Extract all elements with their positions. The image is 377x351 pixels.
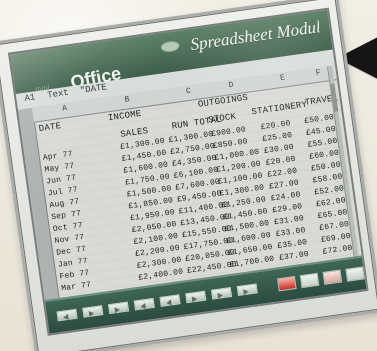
stationery-cell[interactable]: £31.00 <box>274 214 305 227</box>
sales-header: SALES <box>119 125 149 140</box>
date-cell[interactable]: Dec 77 <box>56 245 87 258</box>
travel-cell[interactable]: £55.00 <box>307 137 338 150</box>
previous-button[interactable] <box>133 297 155 311</box>
cell-reference: A1 <box>23 92 36 104</box>
travel-cell[interactable]: £45.00 <box>305 125 336 138</box>
stationery-cell[interactable]: £25.00 <box>262 131 293 144</box>
date-cell[interactable]: Feb 77 <box>59 269 90 282</box>
next-button[interactable] <box>210 286 233 300</box>
stationery-cell[interactable]: £22.00 <box>267 167 298 180</box>
travel-cell[interactable]: £52.00 <box>314 184 345 197</box>
monitor-frame: mini Office Spreadsheet Module A1 Text "… <box>0 0 377 351</box>
stationery-cell[interactable]: £27.00 <box>269 179 300 192</box>
stationery-cell[interactable]: £29.00 <box>272 202 303 215</box>
date-cell[interactable]: May 77 <box>44 162 75 175</box>
monitor-wrapper: mini Office Spreadsheet Module A1 Text "… <box>0 0 377 351</box>
tool-button[interactable] <box>345 266 365 282</box>
column-label-c: C <box>185 86 192 97</box>
last-button[interactable] <box>236 283 258 297</box>
travel-cell[interactable]: £65.00 <box>317 208 348 221</box>
next-button[interactable] <box>185 290 207 304</box>
first-button[interactable] <box>56 308 78 322</box>
stationery-cell[interactable]: £35.00 <box>277 238 308 251</box>
tool-button[interactable] <box>276 275 297 292</box>
module-title: Spreadsheet Module <box>189 18 321 55</box>
date-cell[interactable]: Jun 77 <box>46 173 77 186</box>
date-cell[interactable]: Jan 77 <box>57 257 88 270</box>
tool-button[interactable] <box>299 272 320 289</box>
column-label-e: E <box>279 73 286 84</box>
entry-value[interactable]: "DATE <box>79 82 107 96</box>
stock-header: STOCK <box>207 111 237 126</box>
stationery-cell[interactable]: £37.00 <box>279 250 310 263</box>
swoosh-icon <box>160 39 181 54</box>
date-cell[interactable]: Jul 77 <box>47 185 78 198</box>
next-button[interactable] <box>107 301 130 315</box>
page: mini Office Spreadsheet Module A1 Text "… <box>0 0 377 351</box>
column-label-d: D <box>228 80 235 91</box>
travel-cell[interactable]: £62.00 <box>315 196 346 209</box>
screen-display: mini Office Spreadsheet Module A1 Text "… <box>7 7 369 336</box>
date-cell[interactable]: Aug 77 <box>49 197 80 210</box>
date-cell[interactable]: Apr 77 <box>42 150 73 163</box>
date-header: DATE <box>38 121 62 135</box>
stationery-cell[interactable]: £30.00 <box>264 143 295 156</box>
travel-cell[interactable]: £60.00 <box>309 149 340 162</box>
stationery-cell[interactable]: £33.00 <box>275 226 306 239</box>
column-label-a: A <box>61 104 68 114</box>
travel-cell[interactable]: £50.00 <box>310 161 341 174</box>
travel-cell[interactable]: £58.00 <box>312 172 343 185</box>
travel-cell[interactable]: £50.00 <box>304 113 335 126</box>
tool-button[interactable] <box>322 269 343 285</box>
travel-cell[interactable]: £69.00 <box>321 232 352 245</box>
entry-type: Text <box>46 87 70 101</box>
next-button[interactable] <box>82 305 104 318</box>
stationery-cell[interactable]: £20.00 <box>265 155 296 168</box>
travel-cell[interactable]: £67.00 <box>319 220 350 233</box>
column-label-f: F <box>315 68 322 79</box>
travel-cell[interactable]: £72.00 <box>322 244 353 257</box>
previous-button[interactable] <box>159 294 181 307</box>
date-cell[interactable]: Mar 77 <box>61 280 92 293</box>
date-cell[interactable]: Nov 77 <box>54 233 85 246</box>
stationery-cell[interactable]: £24.00 <box>270 190 301 203</box>
column-label-b: B <box>124 95 131 105</box>
stationery-header: STATIONERY <box>250 99 308 118</box>
date-cell[interactable]: Oct 77 <box>52 221 83 234</box>
date-cell[interactable]: Sep 77 <box>51 209 82 222</box>
stationery-cell[interactable]: £20.00 <box>260 119 291 132</box>
